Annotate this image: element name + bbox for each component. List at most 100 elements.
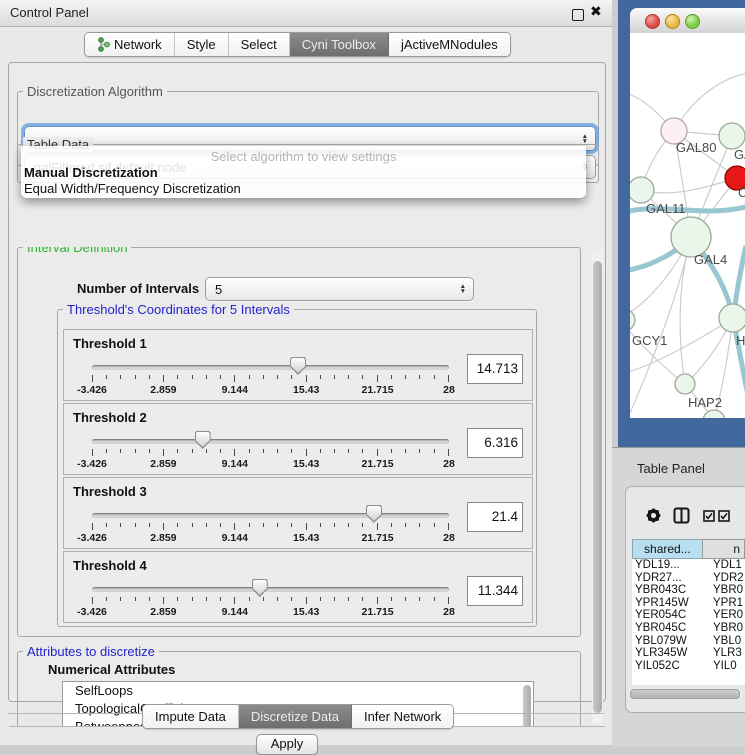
- attributes-group-title: Attributes to discretize: [23, 644, 159, 659]
- settings-scroll-area: Interval Definition Number of Intervals …: [9, 247, 605, 727]
- float-window-icon[interactable]: [572, 9, 584, 21]
- num-intervals-select[interactable]: 5 ▲▼: [205, 277, 474, 301]
- network-window-titlebar[interactable]: [630, 8, 745, 34]
- table-row[interactable]: YPR145WYPR1: [632, 597, 745, 610]
- spinner-arrows-icon: ▲▼: [460, 284, 466, 294]
- minimize-traffic-light-icon[interactable]: [665, 14, 680, 29]
- close-traffic-light-icon[interactable]: [645, 14, 660, 29]
- tab-jactivemnodules[interactable]: jActiveMNodules: [389, 33, 510, 56]
- node-top-right[interactable]: [719, 123, 745, 149]
- slider-ticks: [92, 597, 449, 605]
- cell-name[interactable]: YER0: [709, 609, 745, 622]
- dropdown-option[interactable]: Manual Discretization: [21, 165, 586, 181]
- gear-icon[interactable]: [644, 506, 663, 530]
- node-bottom[interactable]: [703, 410, 725, 418]
- column-header-name[interactable]: n: [702, 539, 745, 559]
- tab-label: Style: [187, 37, 216, 52]
- cell-name[interactable]: YLR3: [709, 647, 745, 660]
- table-row[interactable]: YBL079WYBL0: [632, 635, 745, 648]
- cell-name[interactable]: YBR0: [709, 622, 745, 635]
- cell-shared-name[interactable]: YER054C: [632, 609, 709, 622]
- table-row[interactable]: YDR27...YDR2: [632, 572, 745, 585]
- cell-name[interactable]: YDR2: [709, 572, 745, 585]
- table-row[interactable]: YBR045CYBR0: [632, 622, 745, 635]
- threshold-2-block: Threshold 2-3.4262.8599.14415.4321.71528…: [63, 403, 533, 475]
- threshold-value-field[interactable]: 6.316: [467, 428, 523, 458]
- checkbox-icon[interactable]: [718, 509, 730, 527]
- tab-cyni-toolbox[interactable]: Cyni Toolbox: [290, 33, 389, 56]
- list-scrollbar[interactable]: [523, 685, 531, 727]
- cell-shared-name[interactable]: YPR145W: [632, 597, 709, 610]
- attribute-list-item[interactable]: SelfLoops: [63, 682, 533, 700]
- node-label: GAL80: [676, 140, 716, 155]
- threshold-value-field[interactable]: 11.344: [467, 576, 523, 606]
- dropdown-hint[interactable]: Select algorithm to view settings: [21, 146, 586, 165]
- table-panel-title: Table Panel: [637, 461, 705, 476]
- threshold-4-block: Threshold 4-3.4262.8599.14415.4321.71528…: [63, 551, 533, 623]
- node-hap2[interactable]: [675, 374, 695, 394]
- slider-track[interactable]: [92, 513, 449, 518]
- split-columns-icon[interactable]: [672, 506, 691, 530]
- control-panel-tabbar: Network Style Select Cyni ToolboxjActiveMNo…: [84, 32, 511, 57]
- cell-shared-name[interactable]: YDL19...: [632, 559, 709, 572]
- cell-shared-name[interactable]: YBR043C: [632, 584, 709, 597]
- table-row[interactable]: YER054CYER0: [632, 609, 745, 622]
- column-header-shared-name[interactable]: shared...: [632, 539, 702, 559]
- cell-shared-name[interactable]: YDR27...: [632, 572, 709, 585]
- slider-track[interactable]: [92, 365, 449, 370]
- cell-shared-name[interactable]: YBL079W: [632, 635, 709, 648]
- tab-network[interactable]: Network: [85, 33, 175, 56]
- zoom-traffic-light-icon[interactable]: [685, 14, 700, 29]
- node-gal11[interactable]: [630, 177, 654, 203]
- tab-select[interactable]: Select: [229, 33, 290, 56]
- cell-name[interactable]: YDL1: [709, 559, 745, 572]
- table-row[interactable]: YLR345WYLR3: [632, 647, 745, 660]
- scrollbar-thumb[interactable]: [630, 689, 740, 699]
- cell-shared-name[interactable]: YLR345W: [632, 647, 709, 660]
- table-row[interactable]: YIL052CYIL0: [632, 660, 745, 673]
- slider-track[interactable]: [92, 439, 449, 444]
- tab-discretize-data[interactable]: Discretize Data: [239, 705, 352, 728]
- table-horizontal-scrollbar[interactable]: [629, 688, 742, 698]
- tab-impute-data[interactable]: Impute Data: [143, 705, 239, 728]
- slider-thumb[interactable]: [252, 579, 268, 597]
- node-h[interactable]: [719, 304, 745, 332]
- interval-definition-group: Interval Definition Number of Intervals …: [17, 247, 581, 637]
- panel-scrollbar[interactable]: [592, 249, 603, 724]
- slider-track[interactable]: [92, 587, 449, 592]
- threshold-label: Threshold 4: [73, 558, 147, 573]
- dropdown-option[interactable]: Equal Width/Frequency Discretization: [21, 181, 586, 197]
- cell-shared-name[interactable]: YIL052C: [632, 660, 709, 673]
- slider-thumb[interactable]: [290, 357, 306, 375]
- checkbox-icon[interactable]: [703, 509, 715, 527]
- cell-name[interactable]: YBR0: [709, 584, 745, 597]
- table-body: YDL19...YDL1YDR27...YDR2YBR043CYBR0YPR14…: [632, 559, 745, 685]
- scrollbar-thumb[interactable]: [593, 261, 602, 713]
- tab-label: Select: [241, 37, 277, 52]
- slider-thumb[interactable]: [195, 431, 211, 449]
- threshold-value-field[interactable]: 14.713: [467, 354, 523, 384]
- tab-infer-network[interactable]: Infer Network: [352, 705, 453, 728]
- algorithm-group-title: Discretization Algorithm: [23, 84, 167, 99]
- cell-name[interactable]: YIL0: [709, 660, 745, 673]
- tab-style[interactable]: Style: [175, 33, 229, 56]
- table-row[interactable]: YDL19...YDL1: [632, 559, 745, 572]
- tab-label: Impute Data: [155, 709, 226, 724]
- network-canvas[interactable]: GAL80 GAL C GAL11 GAL4 GCY1 H HAP2: [630, 33, 745, 418]
- tab-label: Discretize Data: [251, 709, 339, 724]
- slider-ticks: [92, 375, 449, 383]
- cell-name[interactable]: YPR1: [709, 597, 745, 610]
- slider-thumb[interactable]: [366, 505, 382, 523]
- node-label: C: [738, 185, 745, 200]
- close-icon[interactable]: ✖: [590, 3, 602, 20]
- table-row[interactable]: YBR043CYBR0: [632, 584, 745, 597]
- network-tree-icon: [97, 37, 110, 52]
- cell-shared-name[interactable]: YBR045C: [632, 622, 709, 635]
- cell-name[interactable]: YBL0: [709, 635, 745, 648]
- node-gcy1[interactable]: [630, 309, 635, 331]
- num-intervals-value: 5: [215, 282, 222, 297]
- window-title: Control Panel: [10, 5, 89, 20]
- node-gal4[interactable]: [671, 217, 711, 257]
- threshold-value-field[interactable]: 21.4: [467, 502, 523, 532]
- spinner-arrows-icon: ▲▼: [582, 134, 588, 144]
